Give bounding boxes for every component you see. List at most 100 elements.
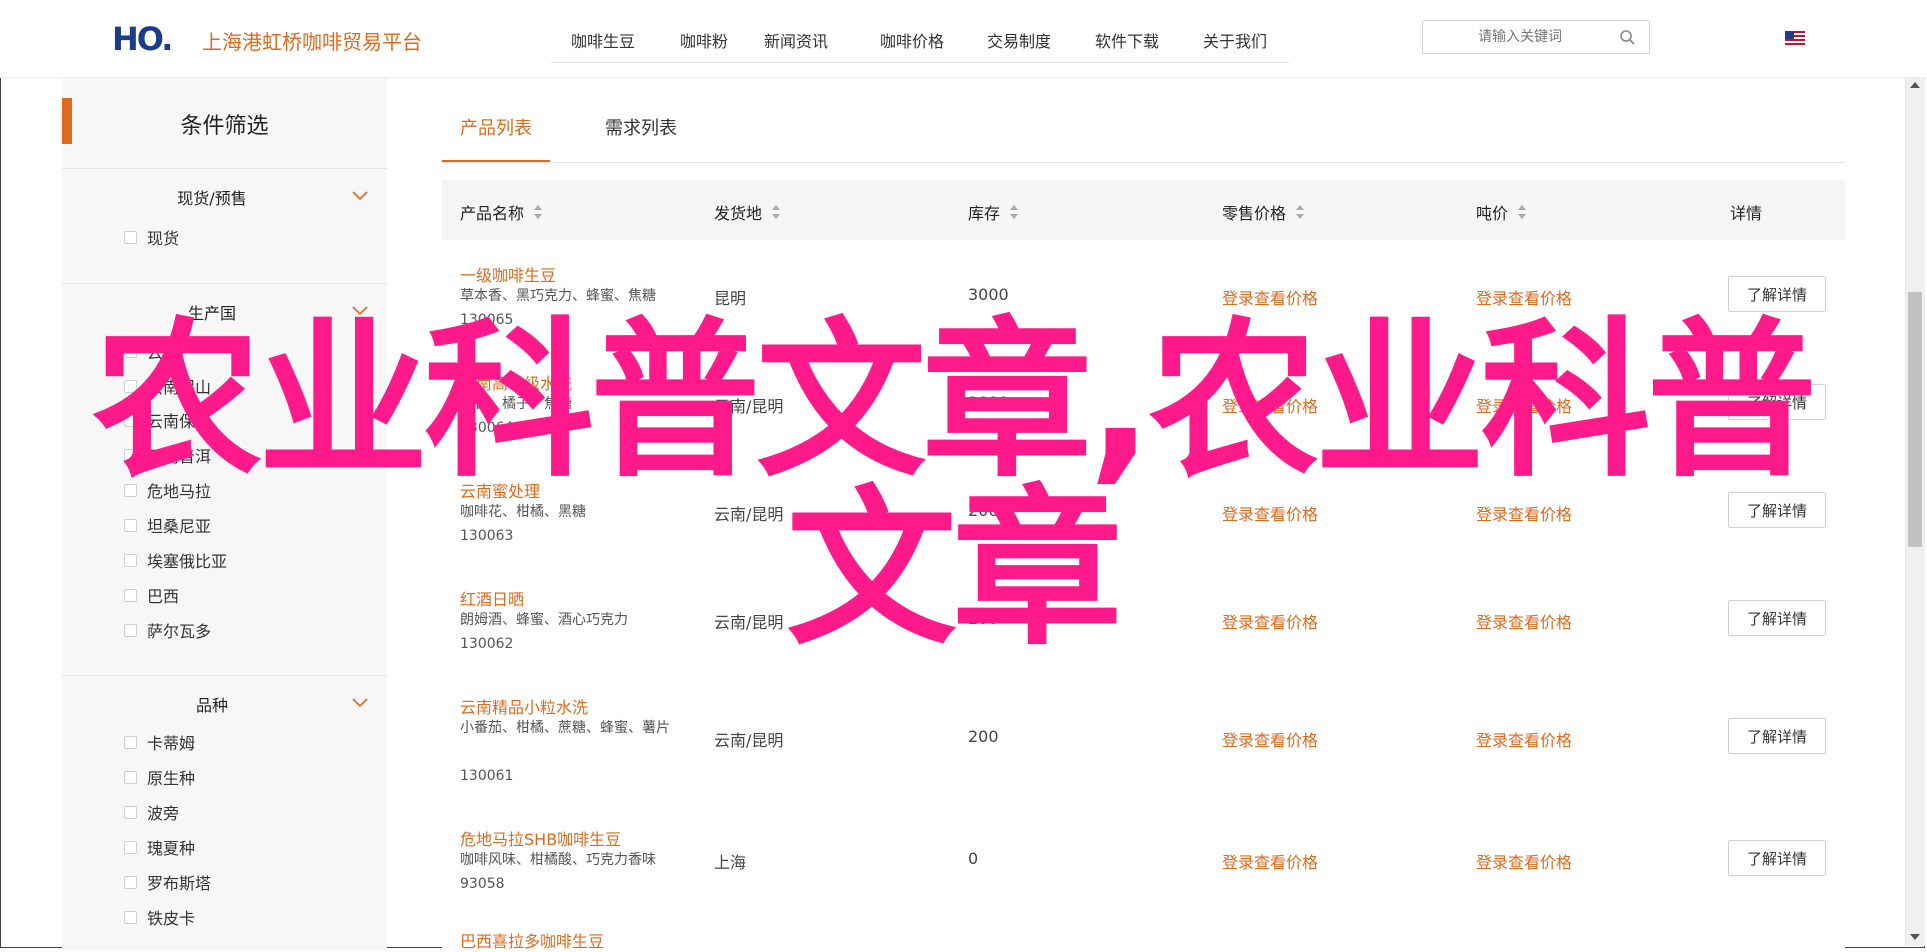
us-flag-icon[interactable] [1785,31,1805,45]
checkbox[interactable] [124,588,137,602]
ton-price-login-link[interactable]: 登录查看价格 [1476,285,1572,309]
column-header-label: 产品名称 [460,204,525,223]
checkbox[interactable] [124,910,137,924]
checkbox[interactable] [124,230,137,244]
details-button[interactable]: 了解详情 [1728,492,1826,528]
scroll-thumb[interactable] [1908,292,1922,547]
details-button[interactable]: 了解详情 [1728,840,1826,876]
details-button[interactable]: 了解详情 [1728,384,1826,420]
filter-option[interactable]: 云南普洱 [124,444,211,466]
retail-price-login-link[interactable]: 登录查看价格 [1222,609,1318,633]
product-name-link[interactable]: 云南高一级水洗 [460,370,572,394]
filter-option[interactable]: 云南保山 [124,375,211,397]
ton-price-login-link[interactable]: 登录查看价格 [1476,609,1572,633]
filter-option[interactable]: 云南保山 [124,409,211,431]
filter-option[interactable]: 埃塞俄比亚 [124,549,227,571]
filter-option[interactable]: 波旁 [124,801,179,823]
column-header-product-name[interactable]: 产品名称 [460,200,543,224]
filter-option[interactable]: 云南 [124,340,179,362]
vertical-scrollbar[interactable] [1905,78,1925,946]
checkbox[interactable] [124,448,137,462]
filter-option[interactable]: 罗布斯塔 [124,871,211,893]
checkbox[interactable] [124,875,137,889]
ton-price-login-link[interactable]: 登录查看价格 [1476,393,1572,417]
filter-option[interactable]: 危地马拉 [124,479,211,501]
filter-option[interactable]: 巴西 [124,584,179,606]
filter-option[interactable]: 现货 [124,226,179,248]
ton-price-login-link[interactable]: 登录查看价格 [1476,501,1572,525]
chevron-down-icon[interactable] [352,698,368,708]
filter-option-label: 铁皮卡 [147,909,196,928]
filter-group-title-origin[interactable]: 生产国 [62,300,362,324]
checkbox[interactable] [124,483,137,497]
site-title[interactable]: 上海港虹桥咖啡贸易平台 [202,26,422,55]
filter-option[interactable]: 卡蒂姆 [124,731,195,753]
search-icon[interactable] [1619,29,1637,47]
checkbox[interactable] [124,379,137,393]
retail-price-login-link[interactable]: 登录查看价格 [1222,849,1318,873]
product-name-link[interactable]: 一级咖啡生豆 [460,262,556,286]
search-input[interactable] [1433,28,1607,46]
checkbox[interactable] [124,553,137,567]
product-name-link[interactable]: 危地马拉SHB咖啡生豆 [460,826,621,850]
checkbox[interactable] [124,735,137,749]
scroll-up-arrow-icon[interactable] [1910,82,1920,88]
ton-price-login-link[interactable]: 登录查看价格 [1476,727,1572,751]
checkbox[interactable] [124,770,137,784]
checkbox[interactable] [124,518,137,532]
nav-item-coffee-price[interactable]: 咖啡价格 [880,28,944,52]
nav-item-coffee-powder[interactable]: 咖啡粉 [680,28,728,52]
filter-option[interactable]: 原生种 [124,766,195,788]
details-button[interactable]: 了解详情 [1728,600,1826,636]
sort-icon[interactable] [1518,205,1527,219]
site-logo[interactable]: HO. [112,20,173,58]
origin-cell: 昆明 [714,289,747,308]
sort-icon[interactable] [534,205,543,219]
column-header-origin[interactable]: 发货地 [714,200,781,224]
checkbox[interactable] [124,623,137,637]
checkbox[interactable] [124,413,137,427]
tab-product-list[interactable]: 产品列表 [442,116,550,162]
nav-item-software-download[interactable]: 软件下载 [1095,28,1159,52]
product-name-link[interactable]: 云南精品小粒水洗 [460,694,588,718]
stock-cell: 3000 [968,285,1009,304]
retail-price-login-link[interactable]: 登录查看价格 [1222,285,1318,309]
filter-group-title-availability[interactable]: 现货/预售 [62,185,362,209]
filter-option-label: 原生种 [147,769,196,788]
product-name-link[interactable]: 红酒日晒 [460,586,524,610]
nav-item-green-beans[interactable]: 咖啡生豆 [571,28,635,52]
sort-icon[interactable] [1010,205,1019,219]
details-button[interactable]: 了解详情 [1728,276,1826,312]
filter-group-title-variety[interactable]: 品种 [62,692,362,716]
filter-option[interactable]: 坦桑尼亚 [124,514,211,536]
ton-price-login-link[interactable]: 登录查看价格 [1476,849,1572,873]
nav-item-trading-rules[interactable]: 交易制度 [987,28,1051,52]
checkbox[interactable] [124,805,137,819]
retail-price-login-link[interactable]: 登录查看价格 [1222,727,1318,751]
origin-cell: 上海 [714,853,747,872]
details-button[interactable]: 了解详情 [1728,718,1826,754]
filter-option[interactable]: 铁皮卡 [124,906,195,928]
stock-cell: 3000 [968,393,1009,412]
column-header-stock[interactable]: 库存 [968,200,1019,224]
column-header-ton-price[interactable]: 吨价 [1476,200,1527,224]
table-row: 云南蜜处理 咖啡花、柑橘、黑糖 130063 云南/昆明 200 登录查看价格 … [442,456,1845,565]
product-name-link[interactable]: 巴西喜拉多咖啡生豆 [460,928,604,952]
filter-option[interactable]: 瑰夏种 [124,836,195,858]
checkbox[interactable] [124,840,137,854]
sort-icon[interactable] [772,205,781,219]
checkbox[interactable] [124,344,137,358]
sort-icon[interactable] [1296,205,1305,219]
filter-option[interactable]: 萨尔瓦多 [124,619,211,641]
scroll-down-arrow-icon[interactable] [1910,934,1920,940]
chevron-down-icon[interactable] [352,191,368,201]
chevron-down-icon[interactable] [352,306,368,316]
nav-item-news[interactable]: 新闻资讯 [764,28,828,52]
nav-item-about-us[interactable]: 关于我们 [1203,28,1267,52]
filter-option-label: 萨尔瓦多 [147,622,212,641]
column-header-retail-price[interactable]: 零售价格 [1222,200,1305,224]
retail-price-login-link[interactable]: 登录查看价格 [1222,501,1318,525]
retail-price-login-link[interactable]: 登录查看价格 [1222,393,1318,417]
tab-demand-list[interactable]: 需求列表 [587,116,695,162]
product-name-link[interactable]: 云南蜜处理 [460,478,540,502]
